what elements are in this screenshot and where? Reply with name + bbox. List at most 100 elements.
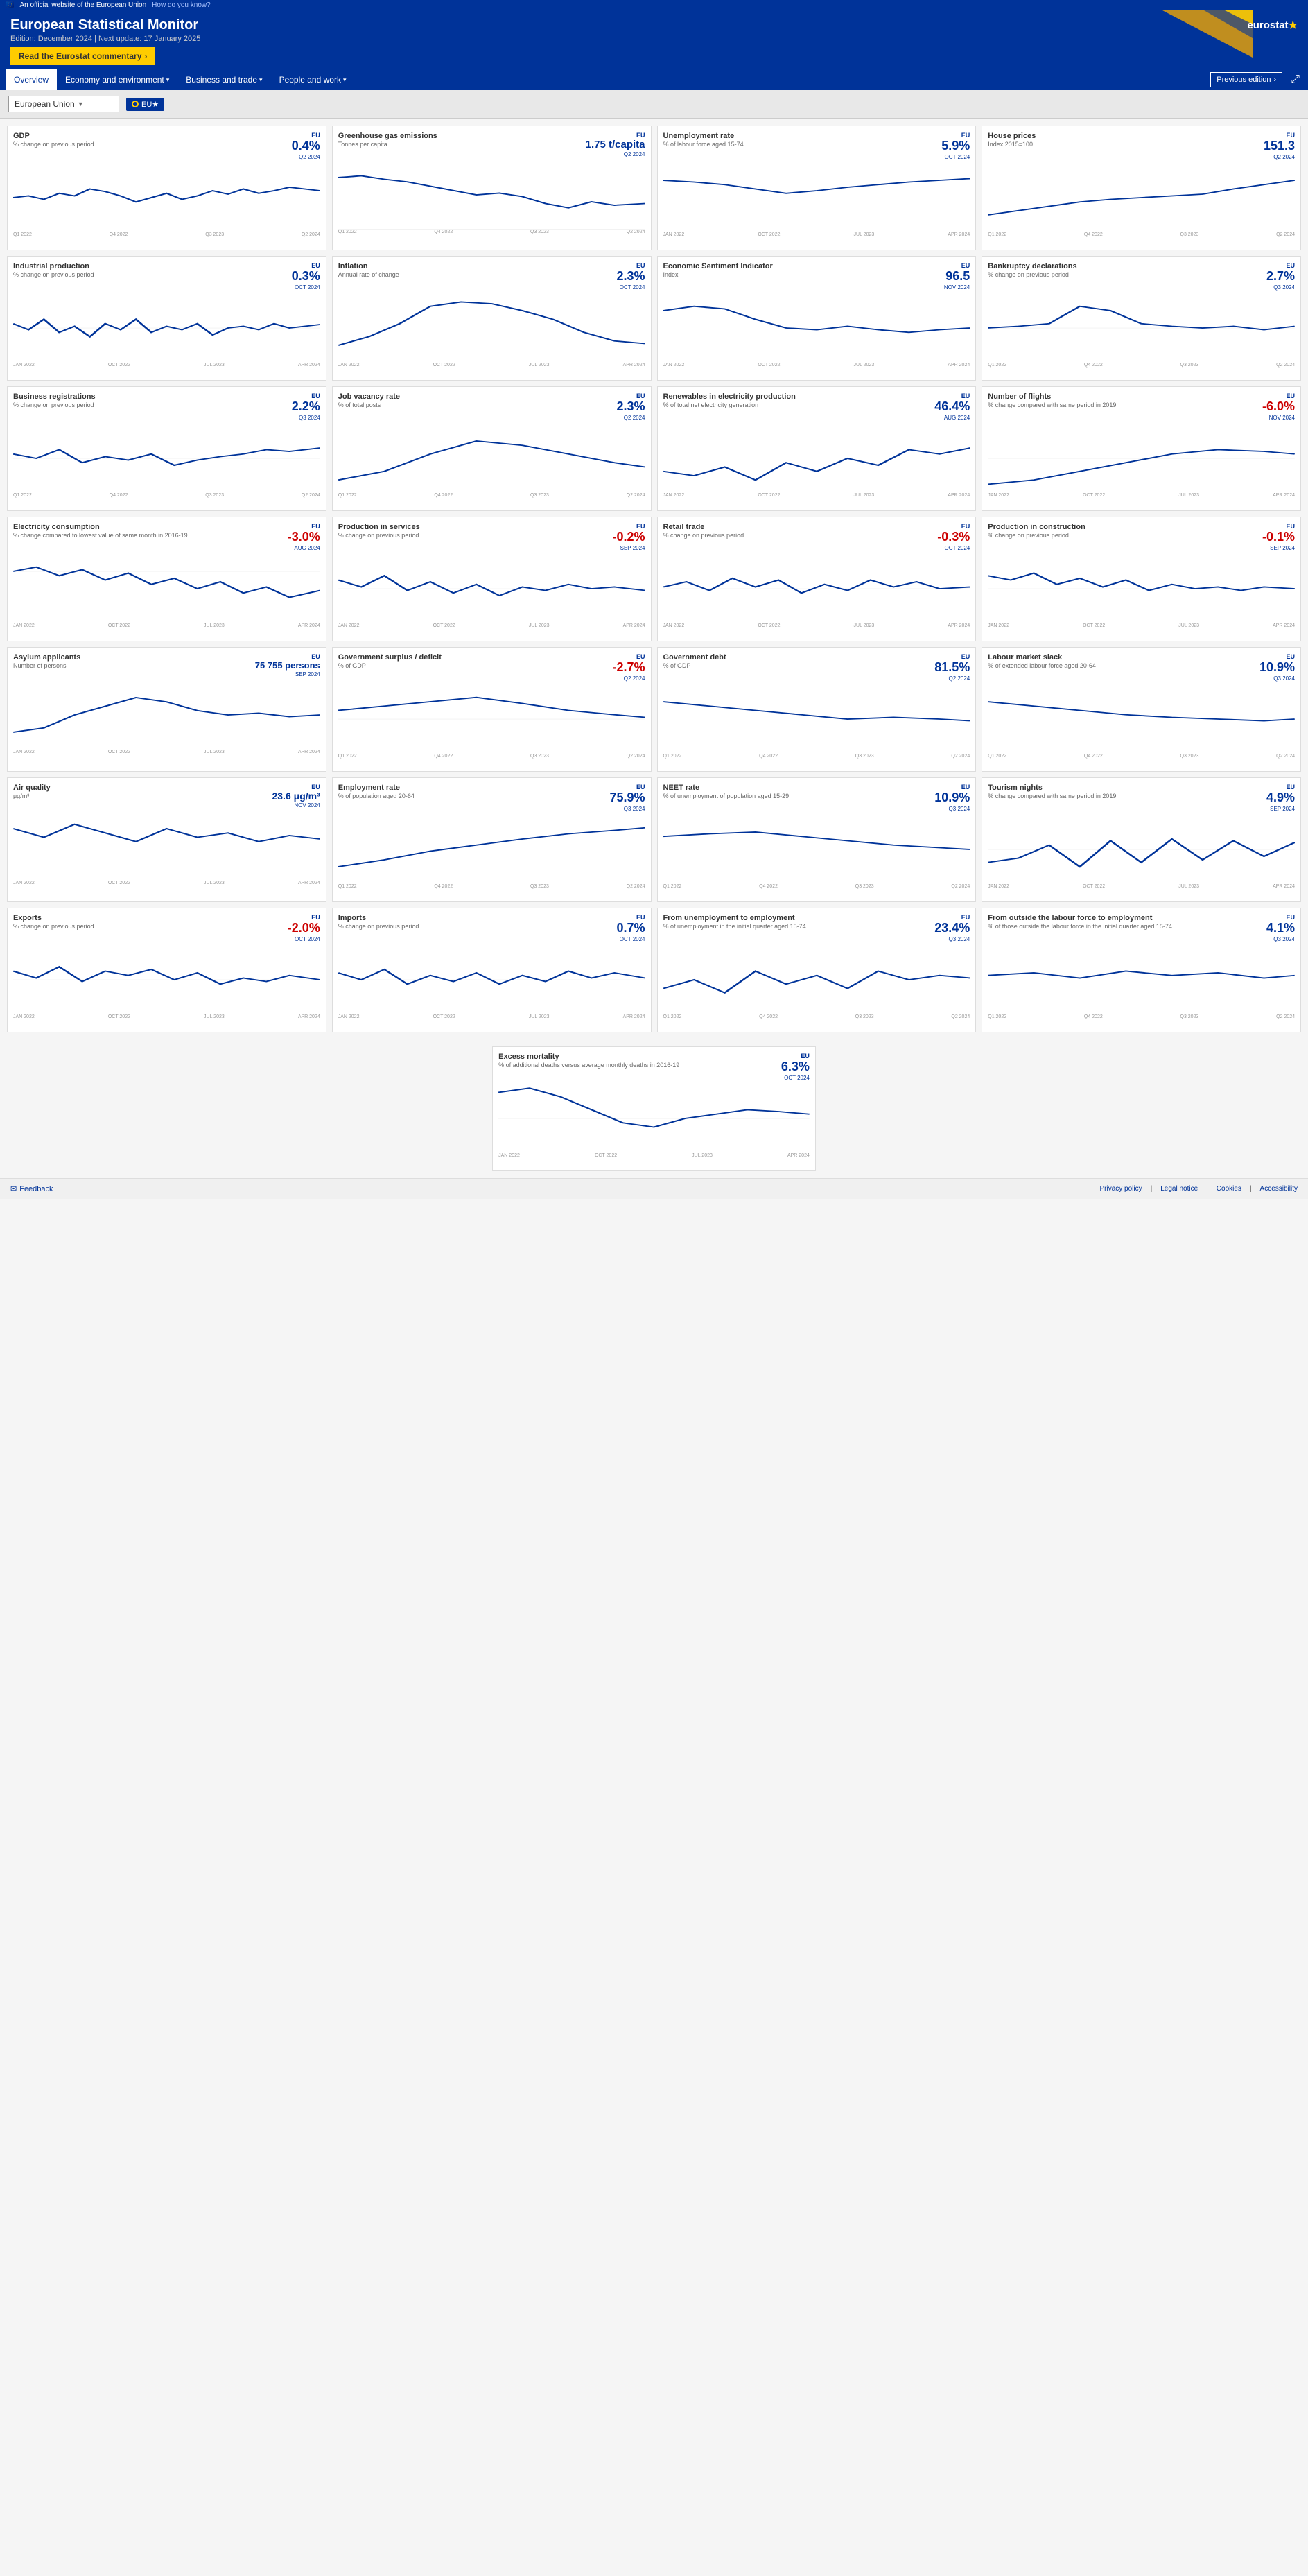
labour-slack-date: Q3 2024: [1259, 675, 1295, 682]
inflation-date: OCT 2024: [616, 284, 645, 291]
excess-mortality-x-axis: JAN 2022OCT 2022JUL 2023APR 2024: [498, 1153, 810, 1158]
job-vacancy-title: Job vacancy rate: [338, 392, 617, 401]
exports-subtitle: % change on previous period: [13, 923, 288, 930]
asylum-x-axis: JAN 2022OCT 2022JUL 2023APR 2024: [13, 750, 320, 754]
inflation-title: Inflation: [338, 262, 617, 270]
bankruptcy-date: Q3 2024: [1266, 284, 1295, 291]
outside-labour-value: 4.1%: [1266, 921, 1295, 936]
gdp-subtitle: % change on previous period: [13, 141, 292, 148]
industrial-date: OCT 2024: [292, 284, 320, 291]
inflation-value: 2.3%: [616, 269, 645, 284]
cookies-link[interactable]: Cookies: [1217, 1185, 1241, 1193]
gov-surplus-subtitle: % of GDP: [338, 662, 613, 669]
economy-chevron: ▾: [166, 76, 170, 84]
privacy-policy-link[interactable]: Privacy policy: [1099, 1185, 1142, 1193]
gov-surplus-date: Q2 2024: [612, 675, 645, 682]
job-vacancy-x-axis: Q1 2022Q4 2022Q3 2023Q2 2024: [338, 493, 645, 498]
sentiment-card: Economic Sentiment Indicator Index EU 96…: [657, 256, 977, 381]
electricity-date: AUG 2024: [288, 545, 320, 551]
prod-services-title: Production in services: [338, 523, 613, 531]
nav-business[interactable]: Business and trade ▾: [177, 69, 270, 90]
flights-x-axis: JAN 2022OCT 2022JUL 2023APR 2024: [988, 493, 1295, 498]
business-reg-chart: [13, 424, 320, 493]
bankruptcy-chart: [988, 293, 1295, 363]
business-reg-x-axis: Q1 2022Q4 2022Q3 2023Q2 2024: [13, 493, 320, 498]
commentary-btn-label: Read the Eurostat commentary: [19, 51, 141, 61]
gov-surplus-chart: [338, 684, 645, 754]
inflation-card: Inflation Annual rate of change EU 2.3% …: [332, 256, 652, 381]
prod-construction-value: -0.1%: [1262, 530, 1295, 545]
nav-overview[interactable]: Overview: [6, 69, 57, 90]
footer-links: Privacy policy | Legal notice | Cookies …: [1099, 1185, 1298, 1193]
industrial-title: Industrial production: [13, 262, 292, 270]
greenhouse-chart: [338, 160, 645, 230]
imports-card: Imports % change on previous period EU 0…: [332, 908, 652, 1032]
nav-people[interactable]: People and work ▾: [271, 69, 355, 90]
share-button[interactable]: ⤢: [1288, 71, 1302, 89]
gdp-card: GDP % change on previous period EU 0.4% …: [7, 126, 326, 250]
air-quality-title: Air quality: [13, 784, 272, 792]
gov-debt-title: Government debt: [663, 653, 935, 662]
retail-card: Retail trade % change on previous period…: [657, 517, 977, 641]
tourism-title: Tourism nights: [988, 784, 1266, 792]
business-reg-date: Q3 2024: [292, 415, 320, 421]
business-chevron: ▾: [259, 76, 263, 84]
prev-edition-button[interactable]: Previous edition ›: [1210, 72, 1282, 87]
houseprices-x-axis: Q1 2022Q4 2022Q3 2023Q2 2024: [988, 232, 1295, 237]
exports-card: Exports % change on previous period EU -…: [7, 908, 326, 1032]
tourism-x-axis: JAN 2022OCT 2022JUL 2023APR 2024: [988, 884, 1295, 889]
prod-services-subtitle: % change on previous period: [338, 532, 613, 539]
commentary-button[interactable]: Read the Eurostat commentary ›: [10, 47, 155, 65]
gdp-x-axis: Q1 2022Q4 2022Q3 2023Q2 2024: [13, 232, 320, 237]
unemp-to-emp-card: From unemployment to employment % of une…: [657, 908, 977, 1032]
industrial-chart: [13, 293, 320, 363]
flights-subtitle: % change compared with same period in 20…: [988, 401, 1262, 408]
air-quality-x-axis: JAN 2022OCT 2022JUL 2023APR 2024: [13, 881, 320, 885]
outside-labour-chart: [988, 945, 1295, 1014]
employment-subtitle: % of population aged 20-64: [338, 793, 610, 799]
prod-construction-card: Production in construction % change on p…: [982, 517, 1301, 641]
electricity-chart: [13, 554, 320, 623]
retail-date: OCT 2024: [937, 545, 970, 551]
unemp-to-emp-x-axis: Q1 2022Q4 2022Q3 2023Q2 2024: [663, 1014, 970, 1019]
employment-card: Employment rate % of population aged 20-…: [332, 777, 652, 902]
tourism-subtitle: % change compared with same period in 20…: [988, 793, 1266, 799]
gov-debt-x-axis: Q1 2022Q4 2022Q3 2023Q2 2024: [663, 754, 970, 759]
header-decoration: [1162, 10, 1253, 58]
indicator-badge[interactable]: EU★: [126, 98, 164, 111]
gov-debt-card: Government debt % of GDP EU 81.5% Q2 202…: [657, 647, 977, 772]
outside-labour-x-axis: Q1 2022Q4 2022Q3 2023Q2 2024: [988, 1014, 1295, 1019]
nav-economy[interactable]: Economy and environment ▾: [57, 69, 177, 90]
bottom-grid: Excess mortality % of additional deaths …: [0, 1039, 1308, 1178]
renewables-subtitle: % of total net electricity generation: [663, 401, 935, 408]
country-select[interactable]: European Union ▼: [8, 96, 119, 112]
retail-chart: [663, 554, 970, 623]
imports-value: 0.7%: [616, 921, 645, 936]
prod-services-date: SEP 2024: [612, 545, 645, 551]
feedback-link[interactable]: ✉ Feedback: [10, 1184, 53, 1193]
sentiment-date: NOV 2024: [944, 284, 970, 291]
retail-title: Retail trade: [663, 523, 938, 531]
people-chevron: ▾: [343, 76, 347, 84]
accessibility-link[interactable]: Accessibility: [1260, 1185, 1298, 1193]
prod-construction-subtitle: % change on previous period: [988, 532, 1262, 539]
retail-value: -0.3%: [937, 530, 970, 545]
electricity-x-axis: JAN 2022OCT 2022JUL 2023APR 2024: [13, 623, 320, 628]
job-vacancy-value: 2.3%: [616, 399, 645, 415]
nav-items: Overview Economy and environment ▾ Busin…: [6, 69, 354, 90]
sentiment-value: 96.5: [944, 269, 970, 284]
labour-slack-x-axis: Q1 2022Q4 2022Q3 2023Q2 2024: [988, 754, 1295, 759]
greenhouse-date: Q2 2024: [586, 151, 645, 157]
business-reg-value: 2.2%: [292, 399, 320, 415]
labour-slack-title: Labour market slack: [988, 653, 1259, 662]
excess-mortality-value: 6.3%: [781, 1060, 810, 1075]
exports-date: OCT 2024: [288, 936, 320, 942]
legal-notice-link[interactable]: Legal notice: [1160, 1185, 1198, 1193]
imports-x-axis: JAN 2022OCT 2022JUL 2023APR 2024: [338, 1014, 645, 1019]
how-do-you-know-link[interactable]: How do you know?: [152, 1, 211, 9]
neet-card: NEET rate % of unemployment of populatio…: [657, 777, 977, 902]
renewables-card: Renewables in electricity production % o…: [657, 386, 977, 511]
retail-subtitle: % change on previous period: [663, 532, 938, 539]
outside-labour-subtitle: % of those outside the labour force in t…: [988, 923, 1266, 930]
imports-chart: [338, 945, 645, 1014]
